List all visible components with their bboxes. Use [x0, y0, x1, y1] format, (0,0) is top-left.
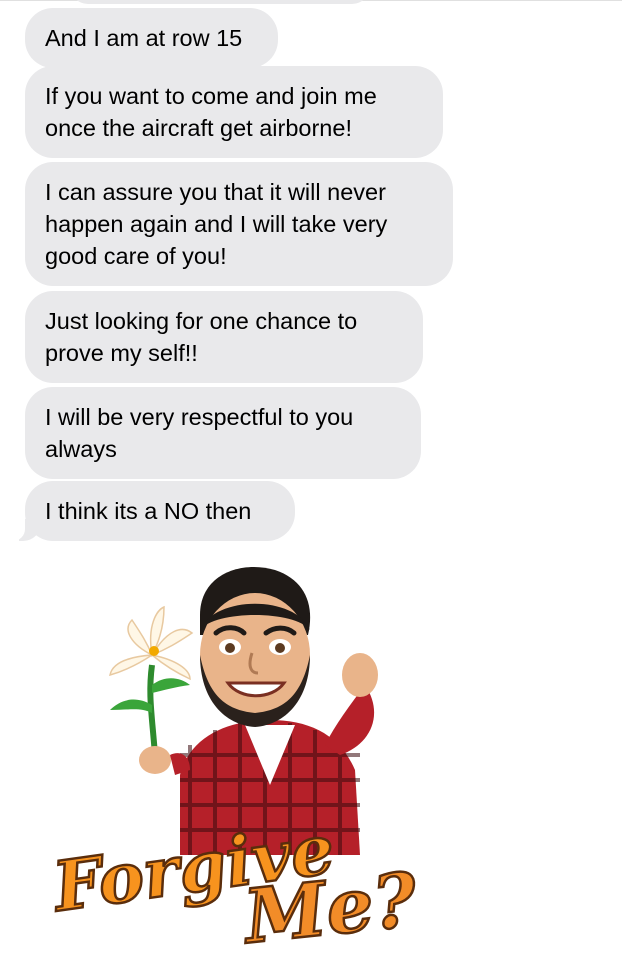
- lily-flower-icon: [109, 605, 194, 756]
- received-message-bubble[interactable]: If you want to come and join me once the…: [25, 66, 443, 158]
- received-message-bubble[interactable]: And I am at row 15: [25, 8, 278, 68]
- svg-text:Me?: Me?: [237, 857, 421, 955]
- bitmoji-sticker-art: Forgive Me?: [46, 567, 423, 960]
- message-text: I will be very respectful to you always: [45, 404, 354, 462]
- message-text: I think its a NO then: [45, 498, 252, 524]
- bitmoji-sticker[interactable]: Forgive Me?: [40, 555, 440, 960]
- previous-message-bubble-edge: [70, 0, 370, 4]
- received-message-bubble[interactable]: I will be very respectful to you always: [25, 387, 421, 479]
- forgive-me-caption: Forgive Me?: [46, 808, 423, 960]
- message-text: I can assure you that it will never happ…: [45, 179, 388, 269]
- received-message-bubble[interactable]: I can assure you that it will never happ…: [25, 162, 453, 286]
- message-text: If you want to come and join me once the…: [45, 83, 377, 141]
- message-text: And I am at row 15: [45, 25, 243, 51]
- received-message-bubble[interactable]: I think its a NO then: [11, 481, 295, 541]
- received-message-bubble[interactable]: Just looking for one chance to prove my …: [25, 291, 423, 383]
- avatar-head: [200, 567, 311, 727]
- message-text: Just looking for one chance to prove my …: [45, 308, 358, 366]
